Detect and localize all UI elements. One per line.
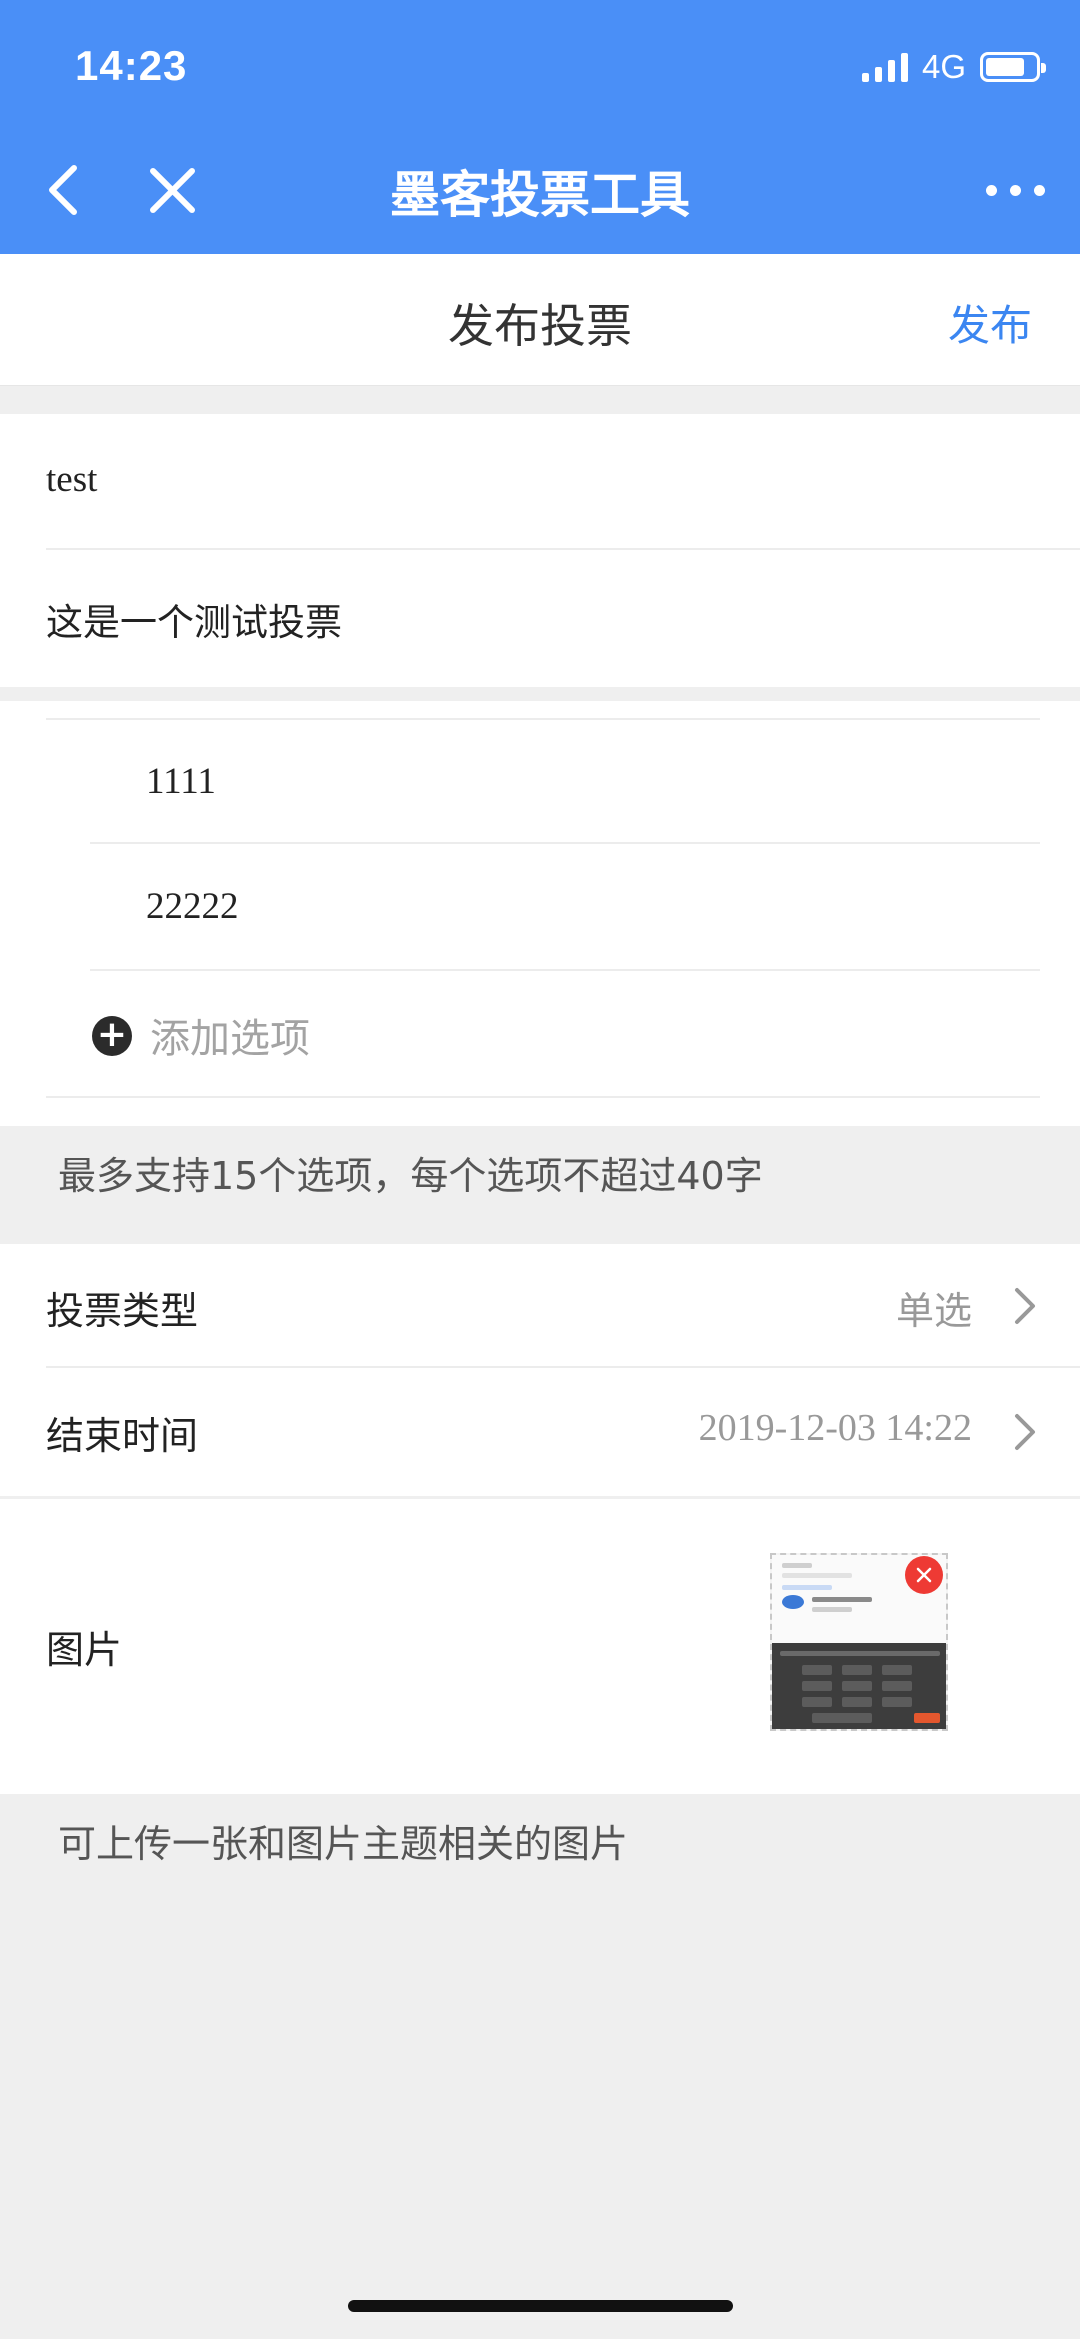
page-title: 发布投票 (448, 299, 632, 353)
status-time: 14:23 (75, 42, 188, 89)
vote-type-label: 投票类型 (46, 1289, 199, 1333)
status-icons: 4G (861, 48, 1046, 86)
chevron-right-icon (1015, 1288, 1035, 1324)
add-option-icon[interactable]: + (92, 1016, 132, 1056)
end-time-label: 结束时间 (46, 1414, 199, 1458)
end-time-row[interactable]: 结束时间 2019-12-03 14:22 (0, 1368, 1080, 1496)
network-label: 4G (921, 48, 966, 85)
image-hint: 可上传一张和图片主题相关的图片 (58, 1822, 629, 1866)
top-bar: 14:23 4G 墨客投票工具 (0, 0, 1080, 254)
end-time-value: 2019-12-03 14:22 (698, 1407, 972, 1449)
option-item-2[interactable]: 22222 (146, 885, 239, 928)
vote-type-row[interactable]: 投票类型 单选 (0, 1244, 1080, 1366)
remove-image-icon[interactable] (905, 1556, 943, 1594)
nav-title: 墨客投票工具 (390, 166, 690, 224)
options-hint: 最多支持15个选项，每个选项不超过40字 (58, 1154, 763, 1198)
settings-card: 投票类型 单选 结束时间 2019-12-03 14:22 (0, 1244, 1080, 1496)
home-indicator[interactable] (348, 2300, 733, 2312)
signal-icon (861, 52, 908, 82)
add-option-button[interactable]: 添加选项 (150, 1006, 310, 1064)
vote-info-card: test 这是一个测试投票 (0, 414, 1080, 687)
battery-icon (980, 52, 1046, 82)
page-header: 发布投票 发布 (0, 254, 1080, 386)
vote-type-value: 单选 (895, 1289, 972, 1333)
description-input[interactable]: 这是一个测试投票 (46, 592, 342, 646)
image-label: 图片 (46, 1628, 123, 1672)
publish-button[interactable]: 发布 (948, 292, 1032, 353)
chevron-right-icon (1015, 1414, 1035, 1450)
more-horizontal-icon[interactable] (980, 175, 1050, 205)
option-item-1[interactable]: 1111 (146, 760, 216, 803)
title-input[interactable]: test (46, 458, 97, 501)
